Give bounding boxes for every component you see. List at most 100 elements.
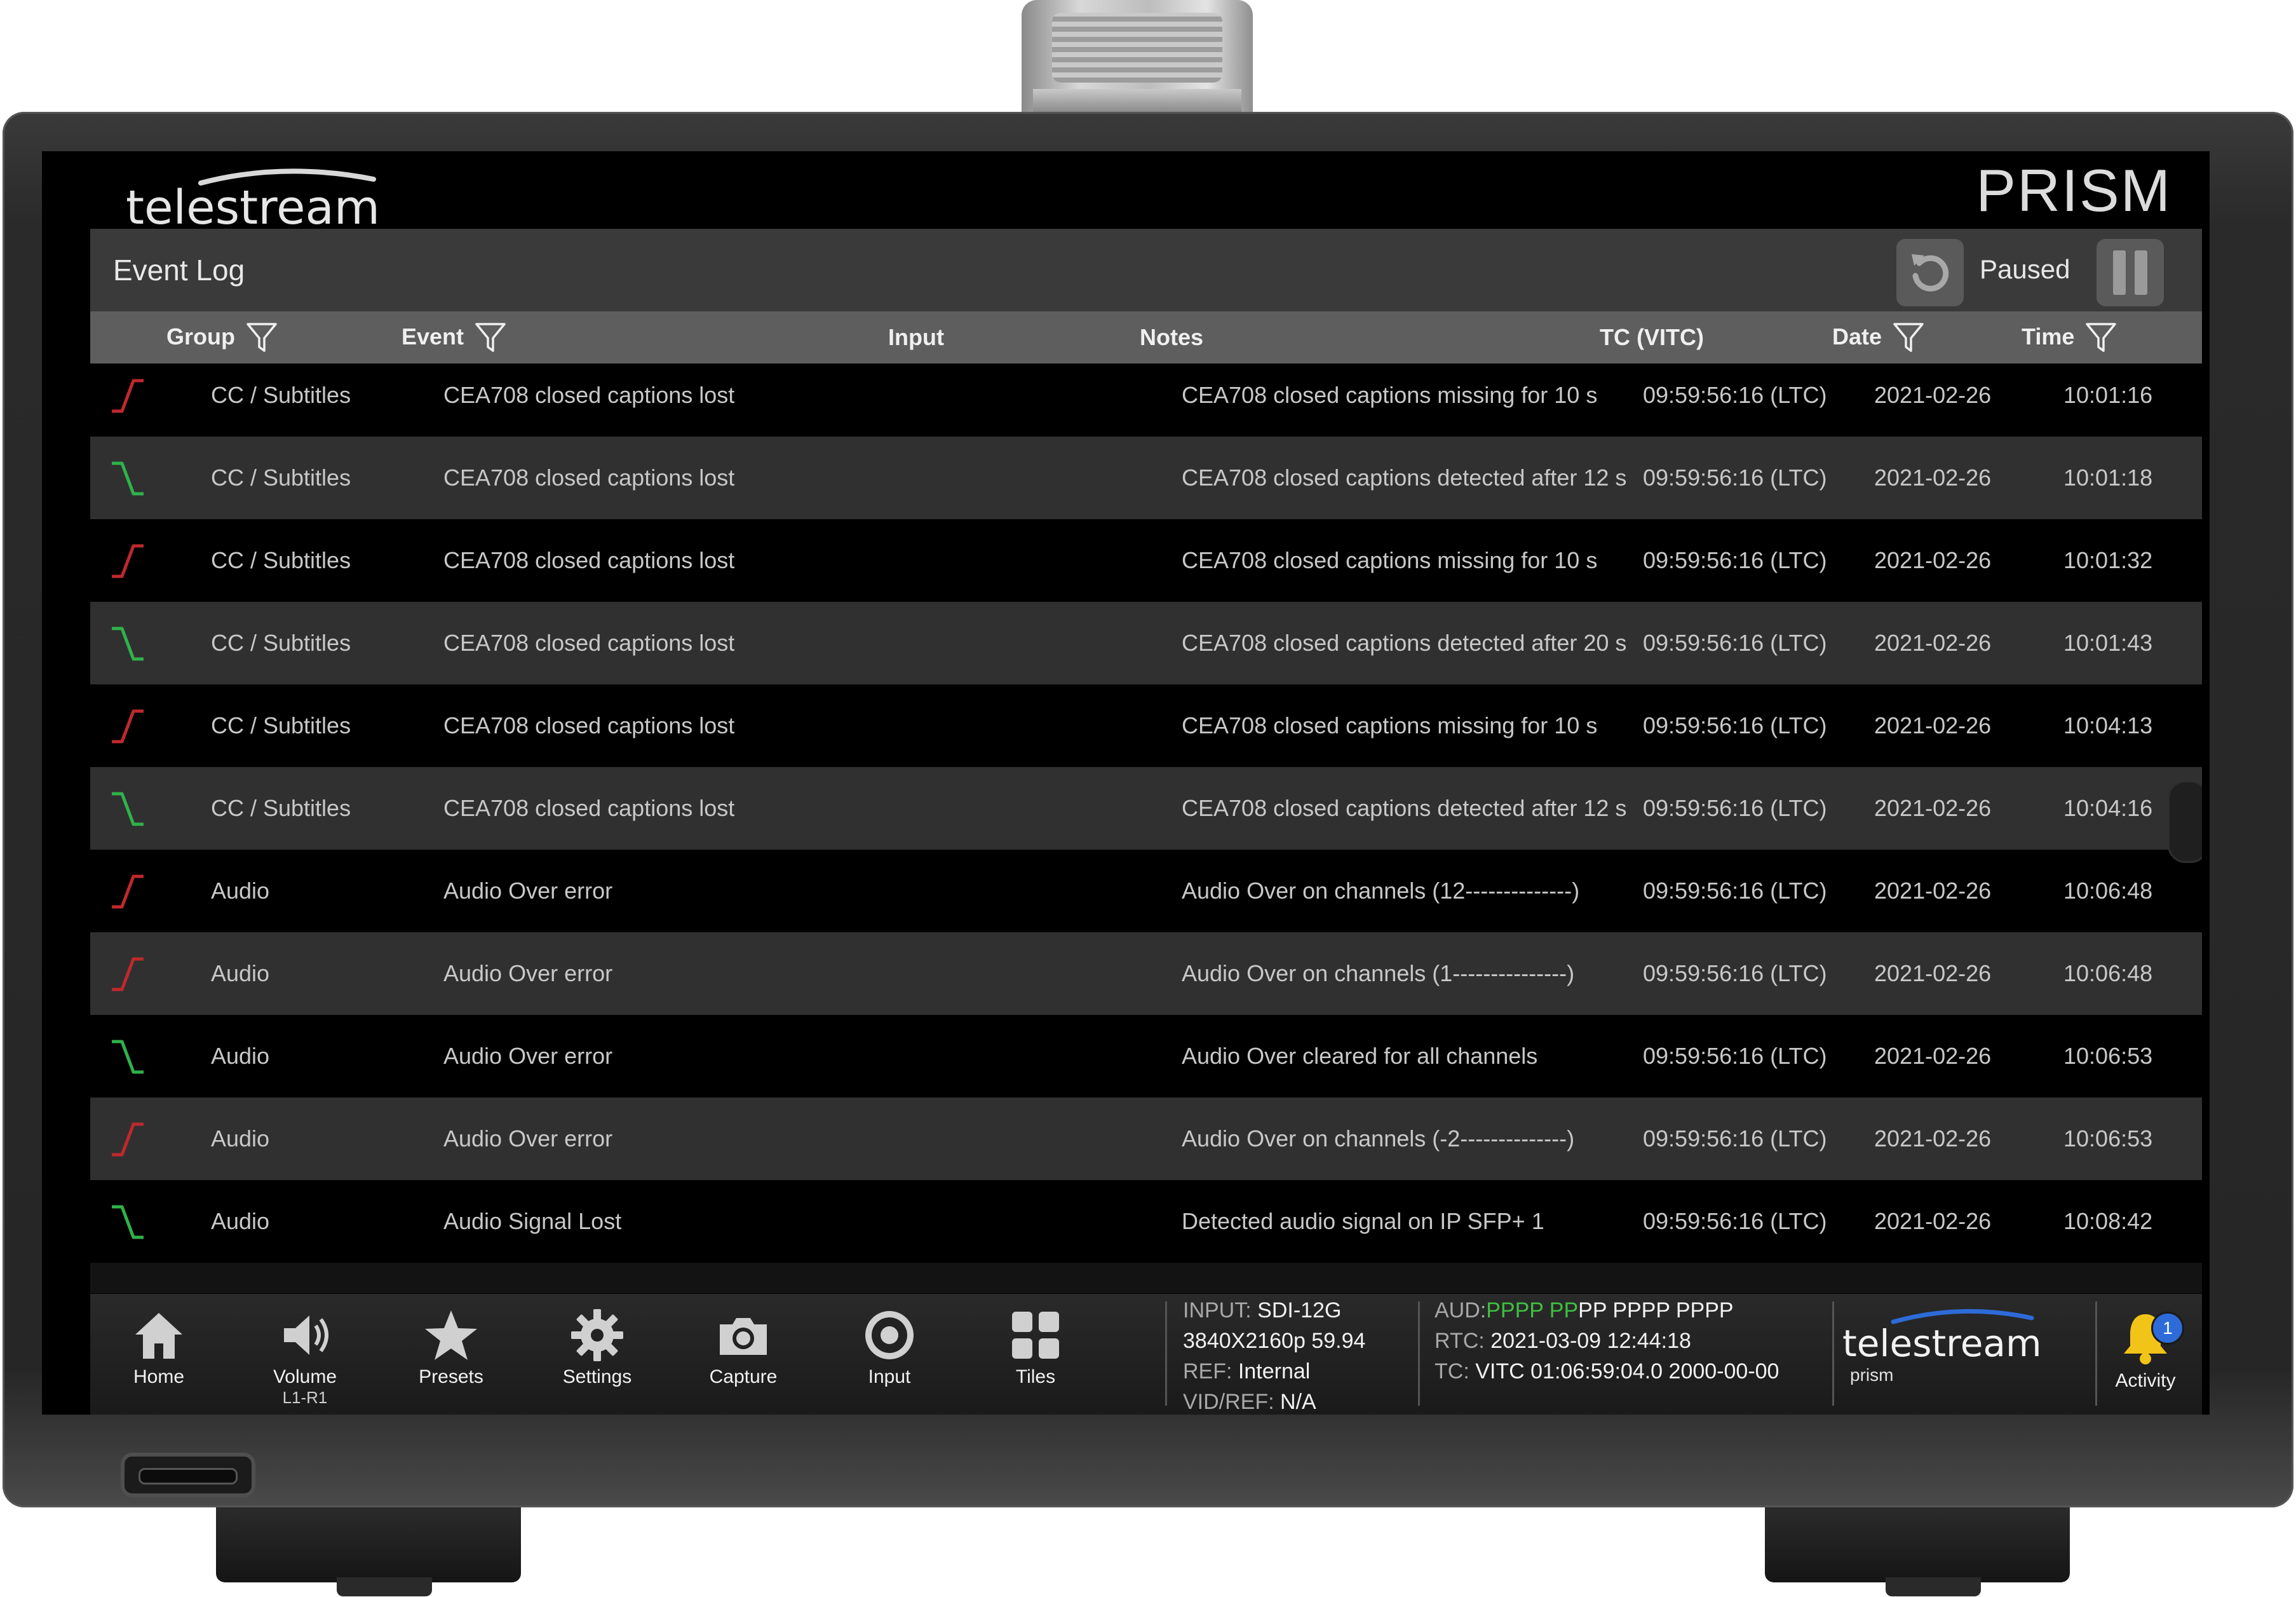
cell-group: CC / Subtitles: [211, 465, 351, 491]
cell-time: 10:01:43: [2063, 630, 2153, 656]
table-row[interactable]: CC / Subtitles CEA708 closed captions los…: [90, 437, 2202, 519]
cell-date: 2021-02-26: [1874, 795, 1992, 821]
table-row[interactable]: CC / Subtitles CEA708 closed captions los…: [90, 767, 2202, 850]
cell-time: 10:06:48: [2063, 878, 2153, 904]
cell-time: 10:01:18: [2063, 465, 2153, 491]
cell-event: Audio Over error: [443, 960, 613, 986]
cell-event: CEA708 closed captions lost: [443, 712, 735, 738]
cell-notes: CEA708 closed captions missing for 10 s: [1182, 382, 1598, 408]
nav-presets[interactable]: Presets: [394, 1307, 508, 1415]
cleared-edge-icon: [112, 1205, 144, 1239]
cell-notes: Detected audio signal on IP SFP+ 1: [1182, 1208, 1544, 1234]
col-notes: Notes: [1140, 324, 1204, 350]
col-input: Input: [888, 324, 944, 350]
tiles-icon: [1012, 1312, 1059, 1359]
event-list[interactable]: CC / Subtitles CEA708 closed captions los…: [90, 311, 2202, 1293]
nav-home[interactable]: Home: [102, 1307, 216, 1415]
cell-tc: 09:59:56:16 (LTC): [1643, 630, 1827, 656]
table-row[interactable]: Audio Audio Over error Audio Over on chann…: [90, 850, 2202, 932]
cell-group: CC / Subtitles: [211, 630, 351, 656]
cell-date: 2021-02-26: [1874, 878, 1992, 904]
cell-time: 10:01:16: [2063, 382, 2153, 408]
cell-notes: Audio Over cleared for all channels: [1182, 1043, 1538, 1069]
screen: telestream PRISM Event Log Paused Group: [42, 151, 2210, 1415]
cell-tc: 09:59:56:16 (LTC): [1643, 382, 1827, 408]
reset-button[interactable]: [1896, 239, 1964, 306]
cell-group: Audio: [211, 960, 270, 986]
cell-date: 2021-02-26: [1874, 382, 1992, 408]
filter-icon[interactable]: [2084, 320, 2117, 353]
col-date[interactable]: Date: [1832, 320, 1925, 353]
table-row[interactable]: Audio Audio Over error Audio Over cleared …: [90, 1015, 2202, 1098]
cell-time: 10:08:42: [2063, 1208, 2153, 1234]
cell-date: 2021-02-26: [1874, 712, 1992, 738]
activity-count-badge: 1: [2151, 1312, 2184, 1345]
table-row[interactable]: CC / Subtitles CEA708 closed captions los…: [90, 519, 2202, 602]
cell-group: CC / Subtitles: [211, 547, 351, 573]
nav-settings[interactable]: Settings: [540, 1307, 654, 1415]
pause-button[interactable]: [2097, 239, 2164, 306]
cell-event: Audio Signal Lost: [443, 1208, 622, 1234]
cell-tc: 09:59:56:16 (LTC): [1643, 1043, 1827, 1069]
speaker-icon: [284, 1315, 328, 1355]
cell-tc: 09:59:56:16 (LTC): [1643, 878, 1827, 904]
filter-icon[interactable]: [1892, 320, 1925, 353]
cell-notes: CEA708 closed captions detected after 20…: [1182, 630, 1627, 656]
col-time[interactable]: Time: [2022, 320, 2117, 353]
nav-input[interactable]: Input: [832, 1307, 947, 1415]
divider: [1418, 1301, 1420, 1406]
footer-telestream-logo: telestream: [1841, 1307, 2083, 1365]
table-row[interactable]: Audio Audio Over error Audio Over on chann…: [90, 1098, 2202, 1180]
cell-tc: 09:59:56:16 (LTC): [1643, 1208, 1827, 1234]
cell-time: 10:06:53: [2063, 1043, 2153, 1069]
cell-time: 10:06:48: [2063, 960, 2153, 986]
col-event[interactable]: Event: [402, 320, 507, 353]
cell-group: CC / Subtitles: [211, 382, 351, 408]
table-row[interactable]: CC / Subtitles CEA708 closed captions los…: [90, 602, 2202, 684]
cleared-edge-icon: [112, 792, 144, 826]
nav-tiles[interactable]: Tiles: [978, 1307, 1093, 1415]
signal-status: AUD:PPPP PPPP PPPP PPPP RTC: 2021-03-09 …: [1435, 1298, 1779, 1383]
table-row[interactable]: Audio Audio Signal Lost Detected audio sig…: [90, 1180, 2202, 1263]
cell-notes: CEA708 closed captions detected after 12…: [1182, 465, 1627, 491]
cell-tc: 09:59:56:16 (LTC): [1643, 712, 1827, 738]
table-row[interactable]: CC / Subtitles CEA708 closed captions los…: [90, 684, 2202, 767]
table-row[interactable]: Audio Audio Over error Audio Over on chann…: [90, 932, 2202, 1015]
cleared-edge-icon: [112, 1040, 144, 1074]
cell-event: CEA708 closed captions lost: [443, 465, 735, 491]
carry-handle: [1022, 0, 1253, 118]
star-icon: [425, 1310, 477, 1360]
cell-event: Audio Over error: [443, 1043, 613, 1069]
activity-button[interactable]: Activity 1: [2091, 1308, 2199, 1410]
camera-icon: [720, 1318, 767, 1355]
cleared-edge-icon: [112, 461, 144, 496]
cell-event: CEA708 closed captions lost: [443, 795, 735, 821]
cell-time: 10:06:53: [2063, 1125, 2153, 1152]
cell-date: 2021-02-26: [1874, 630, 1992, 656]
usb-c-port: [121, 1453, 255, 1497]
cell-time: 10:01:32: [2063, 547, 2153, 573]
cell-group: Audio: [211, 1208, 270, 1234]
cell-event: Audio Over error: [443, 878, 613, 904]
device-foot-right: [1765, 1507, 2070, 1596]
svg-text:telestream: telestream: [126, 180, 380, 235]
nav-volume[interactable]: Volume L1-R1: [248, 1307, 362, 1415]
error-edge-icon: [112, 379, 144, 413]
cell-notes: Audio Over on channels (1---------------…: [1182, 960, 1575, 986]
cell-notes: CEA708 closed captions missing for 10 s: [1182, 712, 1598, 738]
filter-icon[interactable]: [245, 320, 278, 353]
cell-tc: 09:59:56:16 (LTC): [1643, 1125, 1827, 1152]
footer-product: prism: [1850, 1365, 1894, 1385]
cell-tc: 09:59:56:16 (LTC): [1643, 547, 1827, 573]
gear-icon: [571, 1309, 623, 1361]
telestream-logo: telestream: [125, 165, 442, 235]
nav-capture[interactable]: Capture: [686, 1307, 800, 1415]
table-row[interactable]: CC / Subtitles CEA708 closed captions los…: [90, 354, 2202, 437]
error-edge-icon: [112, 709, 144, 744]
reset-icon: [1912, 254, 1949, 292]
scrollbar-thumb[interactable]: [2168, 780, 2202, 863]
filter-icon[interactable]: [474, 320, 507, 353]
col-group[interactable]: Group: [166, 320, 278, 353]
cell-date: 2021-02-26: [1874, 547, 1992, 573]
cell-date: 2021-02-26: [1874, 1208, 1992, 1234]
